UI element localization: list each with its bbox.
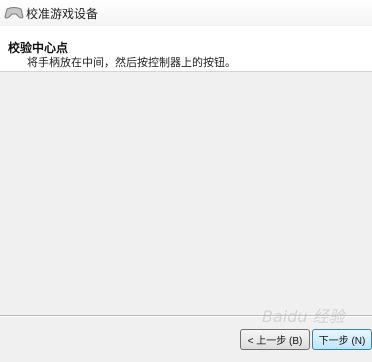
wizard-content-area bbox=[0, 72, 372, 315]
button-divider bbox=[0, 315, 372, 317]
window-title: 校准游戏设备 bbox=[26, 6, 99, 21]
wizard-header: 校验中心点 将手柄放在中间，然后按控制器上的按钮。 bbox=[0, 26, 372, 72]
gamepad-icon bbox=[4, 7, 24, 19]
back-button[interactable]: < 上一步 (B) bbox=[240, 329, 310, 350]
step-instruction: 将手柄放在中间，然后按控制器上的按钮。 bbox=[27, 56, 236, 69]
calibration-wizard-window: 校准游戏设备 校验中心点 将手柄放在中间，然后按控制器上的按钮。 Baidu 经… bbox=[0, 0, 372, 362]
next-button[interactable]: 下一步 (N) bbox=[312, 329, 372, 350]
title-bar: 校准游戏设备 bbox=[0, 0, 372, 26]
